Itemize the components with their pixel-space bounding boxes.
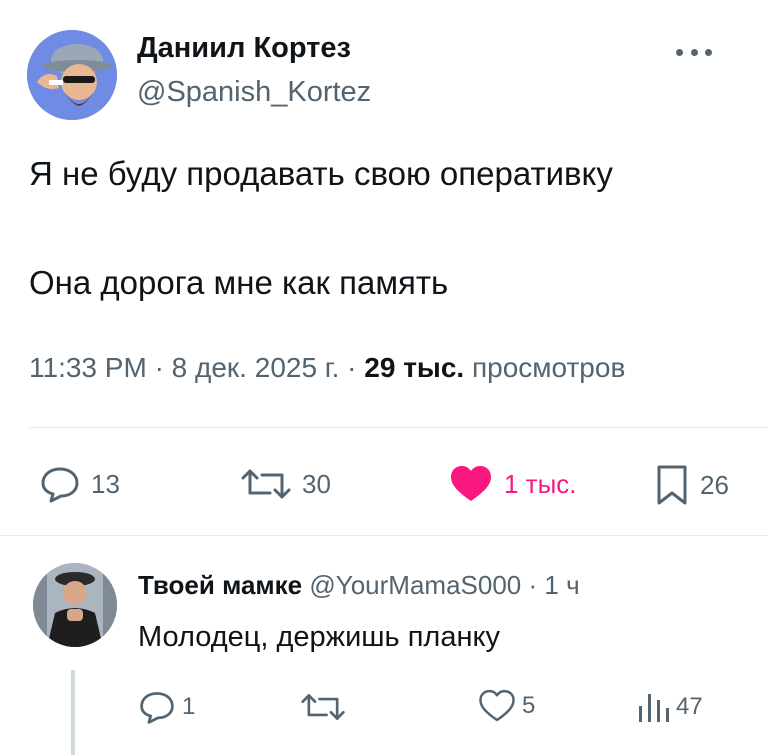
reply-reply-button[interactable]: 1 xyxy=(138,688,195,726)
like-button[interactable]: 1 тыс. xyxy=(448,463,577,505)
thread-line xyxy=(71,670,75,755)
bookmark-count: 26 xyxy=(700,469,729,500)
reply-views-button[interactable]: 47 xyxy=(636,688,703,726)
repost-count: 30 xyxy=(302,468,331,499)
bookmark-icon xyxy=(657,465,687,505)
more-dot xyxy=(690,48,698,56)
divider xyxy=(29,427,768,428)
reply-repost-button[interactable] xyxy=(300,688,346,726)
reply-reply-count: 1 xyxy=(182,693,196,720)
divider xyxy=(0,535,768,536)
reply-time[interactable]: 1 ч xyxy=(544,570,579,600)
reply-like-button[interactable]: 5 xyxy=(478,688,535,724)
tweet-meta: 11:33 PM · 8 дек. 2025 г. · 29 тыс. прос… xyxy=(29,352,625,384)
repost-button[interactable]: 30 xyxy=(240,463,331,505)
repost-arrows-icon xyxy=(241,469,291,499)
reply-button[interactable]: 13 xyxy=(39,463,120,505)
more-dot xyxy=(676,48,683,56)
reply-count: 13 xyxy=(91,468,120,499)
reply-text: Молодец, держишь планку xyxy=(138,621,500,653)
views-bars-icon xyxy=(639,694,669,722)
more-options-button[interactable] xyxy=(676,40,712,64)
reply-views-count: 47 xyxy=(676,693,703,720)
tweet-time[interactable]: 11:33 PM xyxy=(29,352,147,383)
repost-arrows-icon xyxy=(301,694,345,720)
more-dot xyxy=(705,48,712,56)
reply-author-name[interactable]: Твоей мамке xyxy=(138,570,302,600)
reply-author-handle[interactable]: @YourMamaS000 xyxy=(309,570,521,600)
author-avatar-image xyxy=(27,30,117,120)
author-avatar[interactable] xyxy=(27,30,117,120)
views-count[interactable]: 29 тыс. xyxy=(364,352,464,383)
tweet-date[interactable]: 8 дек. 2025 г. xyxy=(172,352,340,383)
heart-icon xyxy=(479,689,515,722)
reply-bubble-icon xyxy=(140,692,174,724)
like-count: 1 тыс. xyxy=(504,468,577,499)
reply-bubble-icon xyxy=(41,467,79,503)
tweet-text-line-2: Она дорога мне как память xyxy=(29,264,449,301)
reply-header: Твоей мамке @YourMamaS000 · 1 ч xyxy=(138,570,580,601)
bookmark-button[interactable]: 26 xyxy=(654,463,729,507)
author-name[interactable]: Даниил Кортез xyxy=(137,32,351,65)
meta-separator: · xyxy=(347,352,357,383)
views-label: просмотров xyxy=(471,352,626,383)
reply-separator: · xyxy=(528,570,538,600)
reply-avatar-image xyxy=(33,563,117,647)
reply-like-count: 5 xyxy=(522,692,536,719)
tweet-text-line-1: Я не буду продавать свою оперативку xyxy=(29,155,613,192)
reply-avatar[interactable] xyxy=(33,563,117,647)
meta-separator: · xyxy=(154,352,164,383)
heart-icon xyxy=(451,466,491,501)
author-handle[interactable]: @Spanish_Kortez xyxy=(137,76,371,109)
